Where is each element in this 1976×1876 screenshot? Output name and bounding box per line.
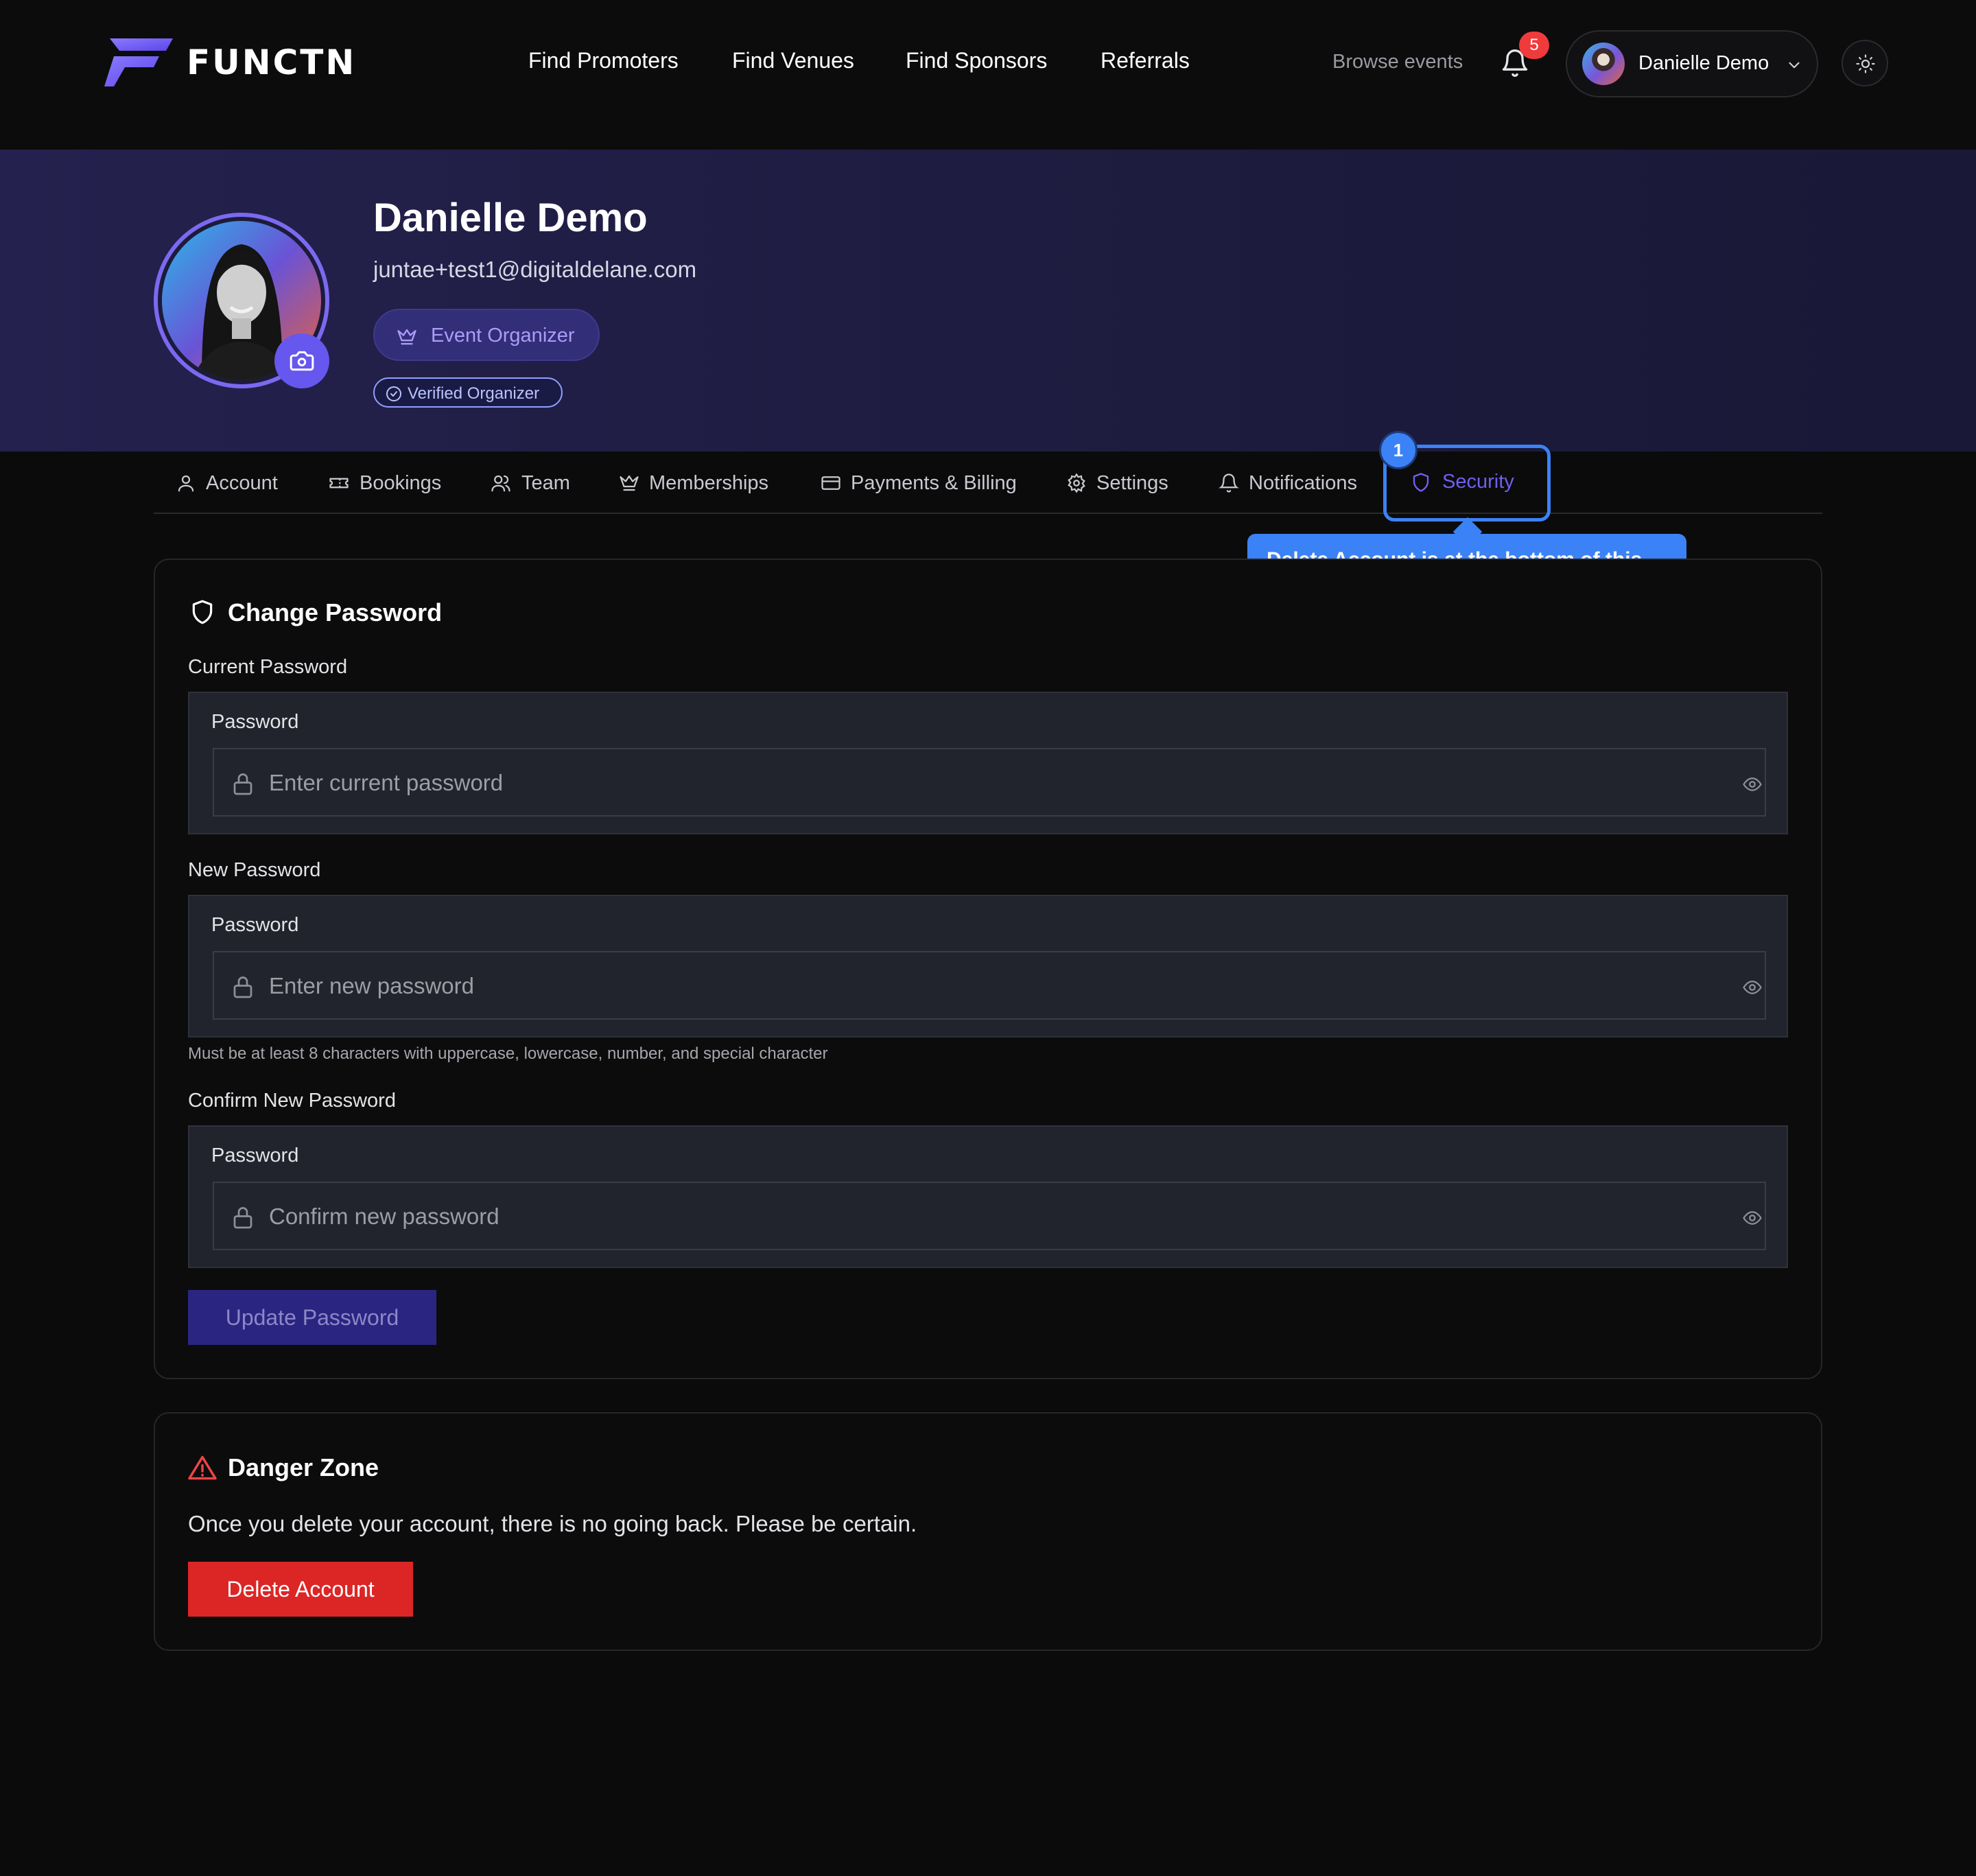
verified-label: Verified Organizer bbox=[408, 384, 540, 403]
eye-icon[interactable] bbox=[1739, 1208, 1766, 1228]
top-header: FUNCTN Find Promoters Find Venues Find S… bbox=[0, 0, 1976, 150]
user-menu-button[interactable]: Danielle Demo bbox=[1566, 30, 1818, 97]
field-inner-label: Password bbox=[211, 914, 299, 936]
change-photo-button[interactable] bbox=[274, 333, 329, 388]
tab-label: Memberships bbox=[649, 471, 769, 494]
credit-card-icon bbox=[821, 476, 840, 490]
tab-security[interactable]: Security bbox=[1411, 471, 1514, 493]
nav-referrals[interactable]: Referrals bbox=[1101, 48, 1190, 73]
current-password-field: Password Enter current password bbox=[188, 692, 1788, 834]
tab-notifications[interactable]: Notifications bbox=[1219, 471, 1357, 495]
user-avatar bbox=[1582, 43, 1625, 85]
chevron-down-icon bbox=[1789, 62, 1800, 69]
step-number-badge: 1 bbox=[1379, 431, 1418, 469]
tab-label: Notifications bbox=[1249, 471, 1357, 494]
danger-zone-warning-text: Once you delete your account, there is n… bbox=[188, 1511, 917, 1536]
verified-badge: Verified Organizer bbox=[373, 377, 563, 408]
tab-bookings[interactable]: Bookings bbox=[328, 471, 441, 495]
confirm-password-label: Confirm New Password bbox=[188, 1090, 396, 1112]
current-password-input[interactable]: Enter current password bbox=[213, 748, 1766, 817]
ticket-icon bbox=[329, 478, 349, 489]
nav-find-venues[interactable]: Find Venues bbox=[732, 48, 854, 73]
check-circle-icon bbox=[386, 386, 401, 401]
danger-zone-title: Danger Zone bbox=[228, 1453, 379, 1481]
tab-memberships[interactable]: Memberships bbox=[619, 471, 768, 495]
field-inner-label: Password bbox=[211, 711, 299, 733]
bell-icon bbox=[1219, 473, 1239, 493]
camera-icon bbox=[290, 351, 314, 371]
nav-find-promoters[interactable]: Find Promoters bbox=[528, 48, 679, 73]
tab-label: Payments & Billing bbox=[851, 471, 1017, 494]
crown-icon bbox=[620, 475, 639, 491]
brand-logo[interactable]: FUNCTN bbox=[104, 37, 356, 88]
user-menu-name: Danielle Demo bbox=[1638, 52, 1769, 74]
user-icon bbox=[178, 475, 194, 492]
tab-label: Bookings bbox=[360, 471, 442, 494]
profile-email: juntae+test1@digitaldelane.com bbox=[373, 257, 697, 282]
users-icon bbox=[491, 475, 510, 492]
tab-settings[interactable]: Settings bbox=[1066, 471, 1168, 495]
tab-label: Security bbox=[1442, 471, 1514, 493]
theme-toggle-button[interactable] bbox=[1842, 40, 1888, 86]
gear-icon bbox=[1068, 473, 1085, 493]
role-badge: Event Organizer bbox=[373, 309, 600, 361]
eye-icon[interactable] bbox=[1739, 977, 1766, 998]
shield-icon bbox=[1413, 472, 1429, 492]
current-password-label: Current Password bbox=[188, 656, 348, 678]
notification-count-badge: 5 bbox=[1519, 32, 1549, 59]
new-password-label: New Password bbox=[188, 859, 321, 881]
sun-icon bbox=[1856, 54, 1875, 73]
input-placeholder: Confirm new password bbox=[269, 1204, 499, 1229]
crown-icon bbox=[397, 329, 416, 345]
tab-payments-billing[interactable]: Payments & Billing bbox=[821, 471, 1017, 495]
lock-icon bbox=[233, 1207, 252, 1229]
tabs-divider bbox=[154, 513, 1822, 514]
lock-icon bbox=[233, 976, 252, 998]
delete-account-button[interactable]: Delete Account bbox=[188, 1562, 413, 1617]
confirm-password-input[interactable]: Confirm new password bbox=[213, 1182, 1766, 1250]
update-password-button[interactable]: Update Password bbox=[188, 1290, 436, 1345]
tab-account[interactable]: Account bbox=[176, 471, 278, 495]
field-inner-label: Password bbox=[211, 1145, 299, 1166]
change-password-title: Change Password bbox=[228, 598, 443, 626]
tab-label: Team bbox=[521, 471, 570, 494]
tab-label: Settings bbox=[1096, 471, 1168, 494]
password-requirements-hint: Must be at least 8 characters with upper… bbox=[188, 1044, 828, 1063]
input-placeholder: Enter new password bbox=[269, 973, 474, 998]
functn-logo-icon bbox=[104, 38, 173, 86]
nav-find-sponsors[interactable]: Find Sponsors bbox=[906, 48, 1047, 73]
brand-name: FUNCTN bbox=[187, 43, 357, 82]
confirm-password-field: Password Confirm new password bbox=[188, 1125, 1788, 1268]
tab-team[interactable]: Team bbox=[490, 471, 570, 495]
profile-name: Danielle Demo bbox=[373, 196, 648, 240]
browse-events-link[interactable]: Browse events bbox=[1332, 51, 1463, 73]
warning-triangle-icon bbox=[188, 1455, 217, 1480]
shield-icon bbox=[192, 600, 213, 624]
lock-icon bbox=[233, 773, 252, 795]
eye-icon[interactable] bbox=[1739, 774, 1766, 795]
role-label: Event Organizer bbox=[431, 325, 575, 347]
input-placeholder: Enter current password bbox=[269, 770, 504, 795]
tab-label: Account bbox=[206, 471, 278, 494]
new-password-field: Password Enter new password bbox=[188, 895, 1788, 1037]
new-password-input[interactable]: Enter new password bbox=[213, 951, 1766, 1020]
